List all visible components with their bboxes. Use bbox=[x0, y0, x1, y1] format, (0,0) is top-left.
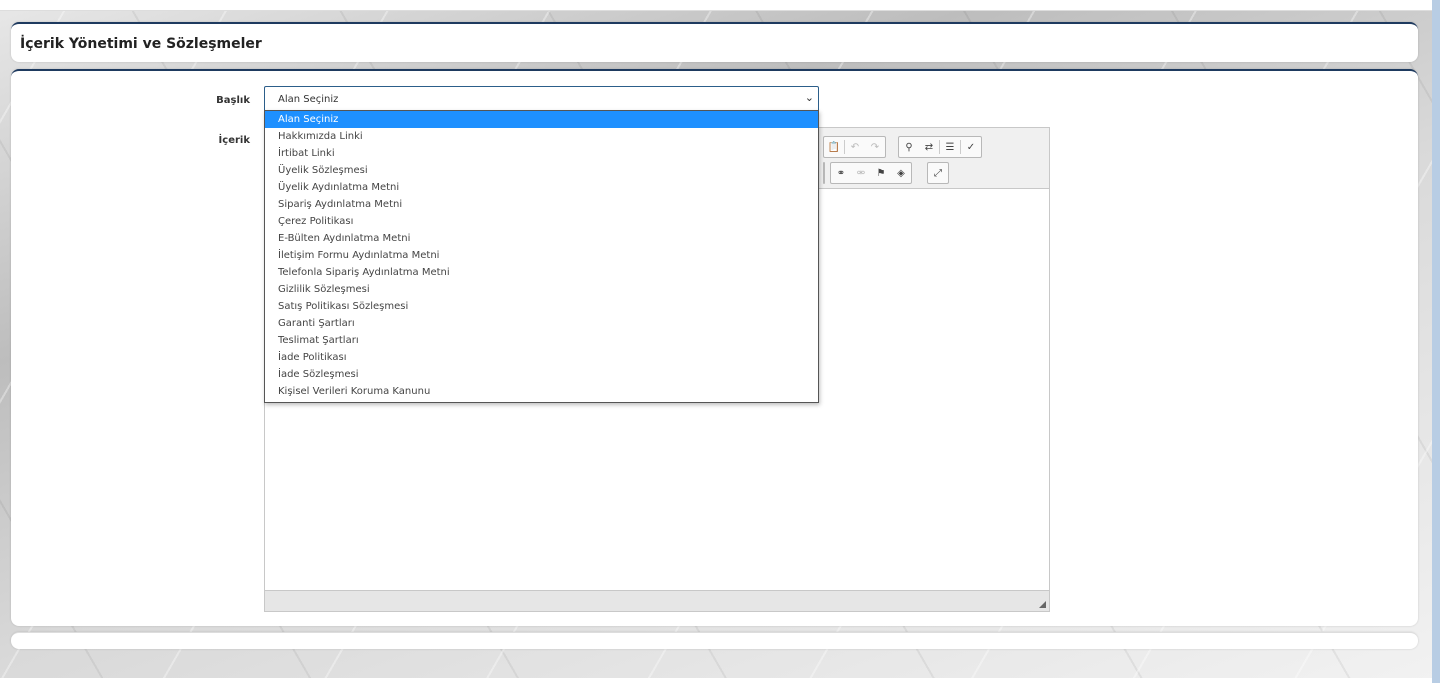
select-all-icon[interactable]: ☰ bbox=[940, 137, 960, 157]
maximize-icon[interactable]: ⤢ bbox=[928, 163, 948, 183]
dropdown-option[interactable]: Garanti Şartları bbox=[265, 315, 818, 332]
top-bar bbox=[0, 0, 1432, 11]
page-title: İçerik Yönetimi ve Sözleşmeler bbox=[20, 36, 262, 52]
title-card: İçerik Yönetimi ve Sözleşmeler bbox=[11, 22, 1418, 62]
dropdown-option[interactable]: İade Politikası bbox=[265, 349, 818, 366]
dropdown-option[interactable]: Hakkımızda Linki bbox=[265, 128, 818, 145]
dropdown-option[interactable]: İletişim Formu Aydınlatma Metni bbox=[265, 247, 818, 264]
select-dropdown-list: Alan Seçiniz Hakkımızda Linki İrtibat Link… bbox=[264, 110, 819, 403]
redo-icon[interactable]: ↷ bbox=[865, 137, 885, 157]
dropdown-option[interactable]: Sipariş Aydınlatma Metni bbox=[265, 196, 818, 213]
toolbar-group-edit: ⚲ ⇄ ☰ ✓ bbox=[898, 136, 982, 158]
dropdown-option[interactable]: E-Bülten Aydınlatma Metni bbox=[265, 230, 818, 247]
dropdown-option[interactable]: Teslimat Şartları bbox=[265, 332, 818, 349]
dropdown-option[interactable]: Kişisel Verileri Koruma Kanunu bbox=[265, 383, 818, 400]
baslik-select[interactable]: Alan Seçiniz ⌄ bbox=[264, 86, 819, 112]
dropdown-option[interactable]: Alan Seçiniz bbox=[265, 111, 818, 128]
spellcheck-icon[interactable]: ✓ bbox=[961, 137, 981, 157]
footer-bar bbox=[0, 678, 1432, 683]
paste-icon[interactable]: 📋 bbox=[824, 137, 844, 157]
undo-icon[interactable]: ↶ bbox=[845, 137, 865, 157]
bottom-card bbox=[11, 632, 1418, 649]
baslik-label: Başlık bbox=[216, 95, 250, 106]
resize-handle-icon[interactable] bbox=[1039, 601, 1046, 608]
chevron-down-icon: ⌄ bbox=[804, 91, 814, 104]
dropdown-option[interactable]: Gizlilik Sözleşmesi bbox=[265, 281, 818, 298]
anchor-icon[interactable]: ⚑ bbox=[871, 163, 891, 183]
right-scroll-strip bbox=[1432, 0, 1440, 683]
icerik-label: İçerik bbox=[218, 135, 250, 146]
toolbar-group-links: ⚭ ⚮ ⚑ ◈ bbox=[830, 162, 912, 184]
dropdown-option[interactable]: Üyelik Sözleşmesi bbox=[265, 162, 818, 179]
replace-icon[interactable]: ⇄ bbox=[919, 137, 939, 157]
dropdown-option[interactable]: Çerez Politikası bbox=[265, 213, 818, 230]
unlink-icon[interactable]: ⚮ bbox=[851, 163, 871, 183]
dropdown-option[interactable]: Satış Politikası Sözleşmesi bbox=[265, 298, 818, 315]
toolbar-group-clipboard: 📋 ↶ ↷ bbox=[823, 136, 886, 158]
dropdown-option[interactable]: Telefonla Sipariş Aydınlatma Metni bbox=[265, 264, 818, 281]
select-value: Alan Seçiniz bbox=[278, 94, 339, 105]
globe-icon[interactable]: ◈ bbox=[891, 163, 911, 183]
toolbar-group-hidden bbox=[823, 162, 825, 184]
dropdown-option[interactable]: Üyelik Aydınlatma Metni bbox=[265, 179, 818, 196]
find-icon[interactable]: ⚲ bbox=[899, 137, 919, 157]
editor-statusbar bbox=[265, 590, 1049, 611]
toolbar-group-view: ⤢ bbox=[927, 162, 949, 184]
link-icon[interactable]: ⚭ bbox=[831, 163, 851, 183]
dropdown-option[interactable]: İade Sözleşmesi bbox=[265, 366, 818, 383]
dropdown-option[interactable]: İrtibat Linki bbox=[265, 145, 818, 162]
